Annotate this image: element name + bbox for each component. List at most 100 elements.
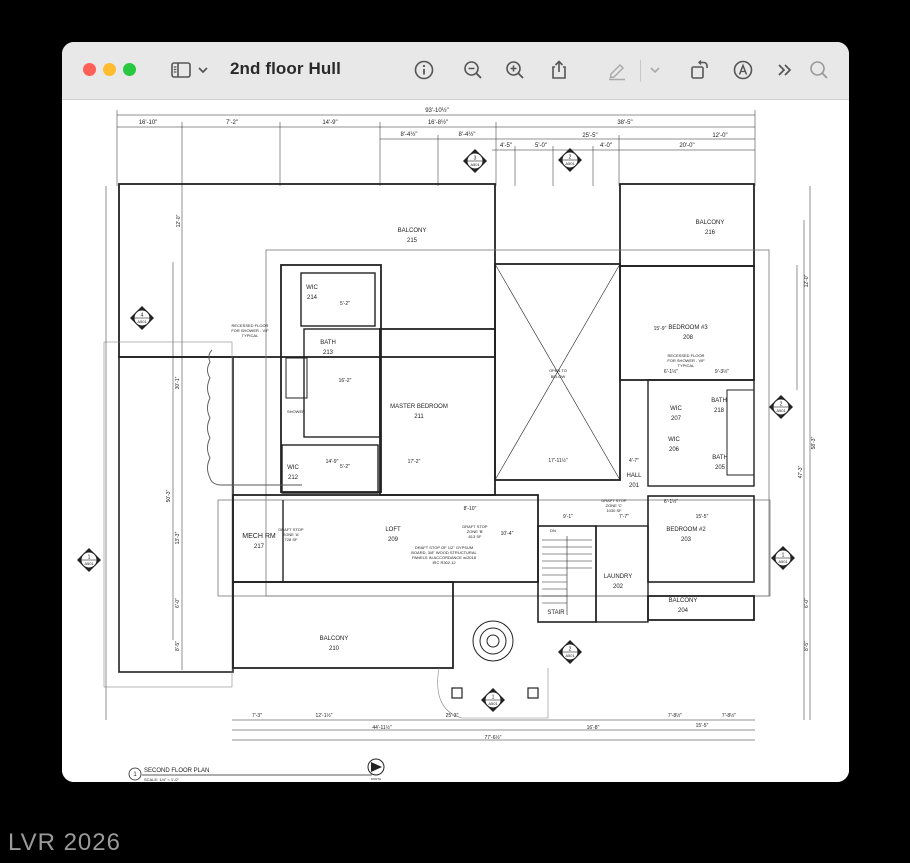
dim-text: 4'-7" bbox=[629, 458, 639, 464]
callout-sheet: A501 bbox=[137, 319, 147, 324]
room-label: WIC bbox=[670, 406, 682, 412]
markup-icon[interactable] bbox=[731, 58, 755, 82]
room-number: 216 bbox=[705, 230, 716, 236]
dim-text: 7'-3" bbox=[252, 713, 262, 719]
dim-text: 8'-4½" bbox=[401, 131, 418, 138]
highlight-pen-icon[interactable] bbox=[605, 58, 629, 82]
room-number: 218 bbox=[714, 408, 725, 414]
section-callouts: 3 A501 2 A501 4 A501 2 A501 1 A501 1 A50… bbox=[77, 148, 795, 712]
dim-text: 13'-3" bbox=[175, 531, 181, 544]
callout-number: 1 bbox=[88, 555, 91, 561]
note-text: TYPICAL bbox=[242, 333, 259, 338]
room-label: BALCONY bbox=[398, 228, 427, 234]
room-label: WIC bbox=[668, 437, 680, 443]
dim-text: 7'-8½" bbox=[668, 712, 682, 719]
dim-text: 14'-9" bbox=[322, 120, 337, 126]
dim-text: 12'-1½" bbox=[316, 712, 333, 719]
room-label: LAUNDRY bbox=[604, 574, 633, 580]
note-text: TYPICAL bbox=[678, 363, 695, 368]
callout-sheet: A501 bbox=[84, 561, 94, 566]
dim-text: 44'-11½" bbox=[372, 724, 392, 731]
room-number: 213 bbox=[323, 350, 334, 356]
room-number: 202 bbox=[613, 584, 624, 590]
dim-text: 8'-5" bbox=[804, 641, 810, 651]
dim-overall-top: 93'-10½" bbox=[425, 107, 449, 114]
room-number: 209 bbox=[388, 537, 399, 543]
toolbar-separator bbox=[640, 60, 641, 82]
dim-text: 77'-6½" bbox=[485, 734, 502, 741]
callout-number: 1 bbox=[782, 553, 785, 559]
room-label: HALL bbox=[626, 473, 642, 479]
dim-text: 5'-0" bbox=[535, 143, 547, 149]
dim-text: 8'-5" bbox=[175, 641, 181, 651]
dim-text: 14'-9" bbox=[326, 459, 339, 465]
dim-text: 25'-5" bbox=[582, 133, 597, 139]
watermark: LVR 2026 bbox=[8, 829, 121, 856]
room-number: 206 bbox=[669, 447, 680, 453]
room-number: 217 bbox=[254, 544, 265, 550]
dim-text: 12'-0" bbox=[712, 133, 727, 139]
room-number: 201 bbox=[629, 483, 640, 489]
note-text: SHOWER bbox=[287, 409, 305, 414]
share-icon[interactable] bbox=[547, 58, 571, 82]
dim-text: 4'-0" bbox=[600, 143, 612, 149]
drawing-title: SECOND FLOOR PLAN bbox=[144, 768, 209, 774]
dim-text: 16'-8" bbox=[587, 725, 600, 731]
dim-text: 20'-0" bbox=[679, 143, 694, 149]
info-icon[interactable] bbox=[412, 58, 436, 82]
dim-text: 6'-1½" bbox=[664, 498, 678, 505]
dim-text: 15'-5" bbox=[696, 514, 709, 520]
callout-sheet: A501 bbox=[778, 559, 788, 564]
dim-text: 12'-0" bbox=[176, 214, 182, 227]
room-number: 204 bbox=[678, 608, 689, 614]
callout-number: 4 bbox=[141, 313, 144, 319]
note-text: 813 SF bbox=[469, 534, 482, 539]
room-label: BATH bbox=[711, 398, 727, 404]
preview-window: 2nd floor Hull 93'-10½" 16'-10" 7'-2" 14… bbox=[62, 42, 849, 782]
room-label: MASTER BEDROOM bbox=[390, 404, 448, 410]
fullscreen-button[interactable] bbox=[123, 63, 136, 76]
room-label: BEDROOM #2 bbox=[666, 527, 706, 533]
note-text: BELOW bbox=[551, 374, 566, 379]
room-number: 203 bbox=[681, 537, 692, 543]
search-icon[interactable] bbox=[807, 58, 831, 82]
callout-number: 3 bbox=[474, 156, 477, 162]
dim-text: 6'-0" bbox=[175, 598, 181, 608]
callout-sheet: A501 bbox=[488, 701, 498, 706]
document-content[interactable]: 93'-10½" 16'-10" 7'-2" 14'-9" 16'-8½" 38… bbox=[62, 100, 849, 782]
markup-chevron-icon[interactable] bbox=[648, 58, 662, 82]
room-label: BALCONY bbox=[696, 220, 725, 226]
close-button[interactable] bbox=[83, 63, 96, 76]
rotate-icon[interactable] bbox=[687, 58, 711, 82]
room-number: 214 bbox=[307, 295, 318, 301]
callout-number: 2 bbox=[569, 155, 572, 161]
zoom-in-icon[interactable] bbox=[503, 58, 527, 82]
note-text: DN bbox=[550, 528, 556, 533]
zoom-out-icon[interactable] bbox=[461, 58, 485, 82]
callout-number: 1 bbox=[492, 695, 495, 701]
dim-text: 5'-2" bbox=[340, 301, 350, 307]
room-number: 208 bbox=[683, 335, 694, 341]
room-number: 210 bbox=[329, 646, 340, 652]
dim-text: 4'-5" bbox=[500, 143, 512, 149]
callout-sheet: A501 bbox=[565, 161, 575, 166]
dim-text: 9'-1" bbox=[563, 514, 573, 520]
sidebar-icon[interactable] bbox=[169, 58, 193, 82]
dim-text: 58'-3" bbox=[811, 436, 817, 449]
callout-sheet: A501 bbox=[565, 653, 575, 658]
dim-text: 15'-9" bbox=[654, 326, 667, 332]
room-label: WIC bbox=[306, 285, 318, 291]
more-icon[interactable] bbox=[773, 58, 797, 82]
callout-sheet: A501 bbox=[776, 408, 786, 413]
dim-text: 10'-4" bbox=[501, 531, 514, 537]
chevron-down-icon[interactable] bbox=[196, 58, 210, 82]
dim-text: 50'-3" bbox=[166, 489, 172, 502]
note-text: IRC R302.12 bbox=[432, 560, 456, 565]
minimize-button[interactable] bbox=[103, 63, 116, 76]
dim-text: 17'-11½" bbox=[548, 457, 568, 464]
dim-text: 9'-3½" bbox=[715, 368, 729, 375]
room-number: 212 bbox=[288, 475, 299, 481]
north-label: NORTH bbox=[371, 777, 382, 781]
room-number: 215 bbox=[407, 238, 418, 244]
dim-text: 16'-2" bbox=[339, 378, 352, 384]
